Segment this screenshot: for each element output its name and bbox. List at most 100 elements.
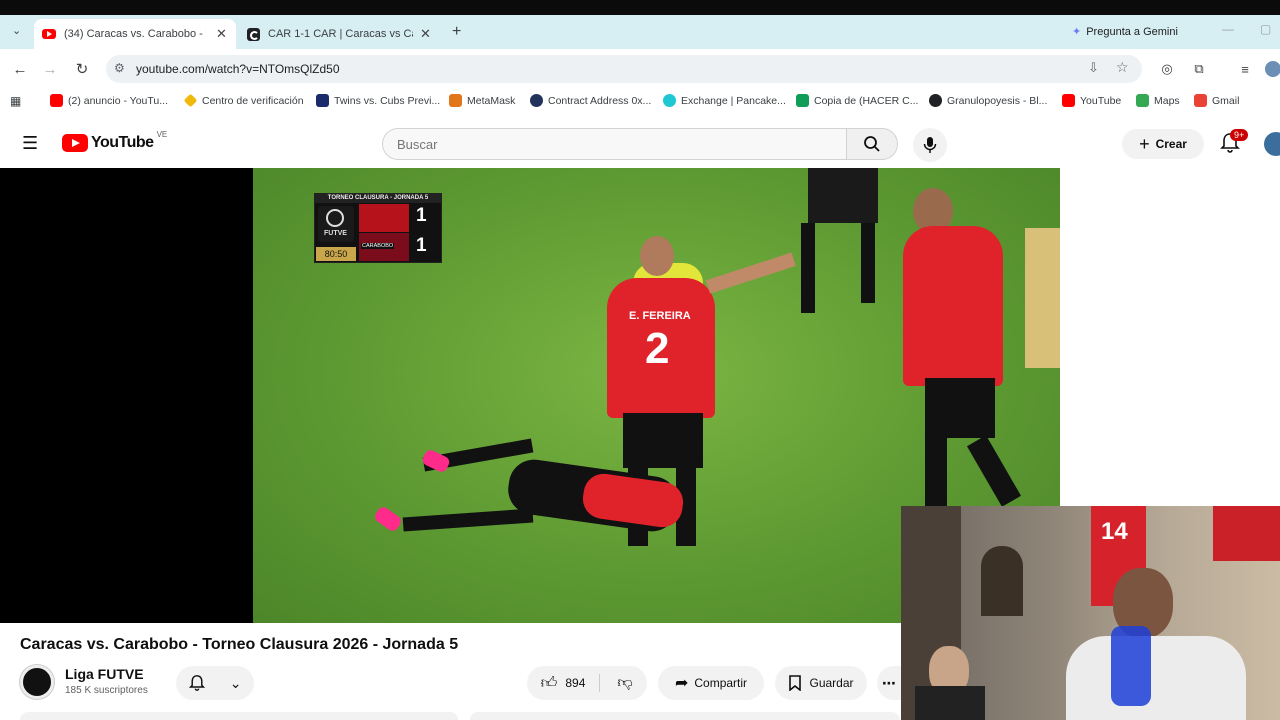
bookmark-item[interactable]: Exchange | Pancake... bbox=[663, 94, 786, 107]
match-clock: 80:50 bbox=[316, 247, 356, 261]
bookmark-item[interactable]: Granulopoyesis - Bl... bbox=[929, 94, 1047, 107]
browser-tab-bar: ⌄ (34) Caracas vs. Carabobo - Tor ✕ CAR … bbox=[0, 15, 1280, 49]
notifications-button[interactable]: 9+ bbox=[1220, 129, 1249, 159]
save-label: Guardar bbox=[809, 676, 854, 690]
like-count: 894 bbox=[565, 676, 586, 690]
save-button[interactable]: Guardar bbox=[775, 666, 867, 700]
mlb-icon bbox=[316, 94, 329, 107]
youtube-icon bbox=[1062, 94, 1075, 107]
like-button[interactable]: 👍︎ 894 bbox=[527, 666, 599, 700]
subscriber-count: 185 K suscriptores bbox=[65, 685, 148, 696]
chips-bar[interactable] bbox=[470, 712, 900, 720]
new-tab-icon[interactable]: + bbox=[452, 23, 461, 41]
video-title: Caracas vs. Carabobo - Torneo Clausura 2… bbox=[20, 636, 459, 653]
etherscan-icon bbox=[530, 94, 543, 107]
account-avatar[interactable] bbox=[1264, 132, 1280, 156]
tab-youtube-video[interactable]: (34) Caracas vs. Carabobo - Tor ✕ bbox=[34, 19, 236, 49]
bookmark-label: (2) anuncio - YouTu... bbox=[68, 94, 169, 107]
subscription-bell-button[interactable]: ⌄ bbox=[176, 666, 254, 700]
maps-icon bbox=[1136, 94, 1149, 107]
gemini-button[interactable]: ✦ Pregunta a Gemini bbox=[1072, 25, 1178, 39]
media-controls-icon[interactable]: ≡ bbox=[1234, 58, 1256, 80]
league-name: FUTVE bbox=[324, 230, 347, 237]
bookmark-item[interactable]: Centro de verificación bbox=[183, 93, 304, 108]
bookmark-label: Centro de verificación bbox=[202, 94, 304, 107]
gmail-icon bbox=[1194, 94, 1207, 107]
forward-arrow-icon[interactable]: → bbox=[39, 58, 61, 80]
thumbs-down-icon: 👎︎ bbox=[617, 674, 633, 691]
dislike-button[interactable]: 👎︎ bbox=[603, 666, 647, 700]
back-arrow-icon[interactable]: ← bbox=[9, 58, 31, 80]
share-label: Compartir bbox=[694, 676, 748, 690]
more-actions-button[interactable]: ⋯ bbox=[877, 666, 901, 700]
team1-score: 1 bbox=[416, 205, 427, 226]
youtube-favicon-icon bbox=[42, 29, 56, 39]
window-top-strip bbox=[0, 0, 1280, 15]
plus-icon: + bbox=[1139, 133, 1150, 154]
share-button[interactable]: ➦ Compartir bbox=[658, 666, 764, 700]
thumbs-up-icon: 👍︎ bbox=[540, 674, 558, 692]
team2-crest: CARABOBO bbox=[359, 233, 409, 261]
bookmark-label: Gmail bbox=[1212, 94, 1240, 107]
tab-list-chevron-icon[interactable]: ⌄ bbox=[12, 24, 21, 37]
profile-avatar[interactable] bbox=[1265, 61, 1280, 77]
extensions-puzzle-icon[interactable]: ⧉ bbox=[1188, 58, 1210, 80]
search-input[interactable]: Buscar bbox=[382, 128, 846, 160]
bookmark-item[interactable]: Twins vs. Cubs Previ... bbox=[316, 94, 440, 107]
reload-icon[interactable]: ↻ bbox=[71, 58, 93, 80]
youtube-header: ☰ YouTube VE Buscar + Crear 9+ bbox=[0, 120, 1280, 168]
channel-avatar[interactable] bbox=[20, 665, 54, 699]
minimize-icon[interactable]: — bbox=[1222, 22, 1234, 36]
install-app-icon[interactable]: ⇩ bbox=[1088, 60, 1099, 76]
search-button[interactable] bbox=[846, 128, 898, 160]
site-info-icon[interactable]: ⚙ bbox=[114, 61, 125, 75]
bookmark-label: Twins vs. Cubs Previ... bbox=[334, 94, 441, 107]
description-box[interactable] bbox=[20, 712, 458, 720]
notification-badge: 9+ bbox=[1230, 129, 1249, 141]
bookmark-label: Maps bbox=[1154, 94, 1180, 107]
pancake-icon bbox=[663, 94, 676, 107]
bookmark-label: YouTube bbox=[1080, 94, 1122, 107]
maximize-icon[interactable]: ▢ bbox=[1260, 22, 1271, 36]
close-tab-icon[interactable]: ✕ bbox=[420, 26, 431, 42]
sheets-icon bbox=[796, 94, 809, 107]
create-button[interactable]: + Crear bbox=[1122, 129, 1204, 159]
bookmark-item[interactable]: MetaMask bbox=[449, 94, 515, 107]
gemini-label: Pregunta a Gemini bbox=[1086, 25, 1178, 38]
tab-match-summary[interactable]: CAR 1-1 CAR | Caracas vs Carab ✕ bbox=[240, 19, 440, 49]
tab-title: CAR 1-1 CAR | Caracas vs Carab bbox=[268, 28, 413, 40]
c-favicon-icon bbox=[247, 27, 260, 41]
gemini-sparkle-icon: ✦ bbox=[1072, 26, 1082, 38]
team1-crest bbox=[359, 204, 409, 232]
hamburger-menu-icon[interactable]: ☰ bbox=[22, 133, 38, 154]
bookmark-star-icon[interactable]: ☆ bbox=[1116, 59, 1129, 76]
close-tab-icon[interactable]: ✕ bbox=[216, 26, 227, 42]
address-bar[interactable]: ⚙ youtube.com/watch?v=NTOmsQlZd50 ⇩ ☆ bbox=[106, 55, 1142, 83]
bookmark-item[interactable]: Gmail bbox=[1194, 94, 1239, 107]
browser-toolbar: ← → ↻ ⚙ youtube.com/watch?v=NTOmsQlZd50 … bbox=[0, 49, 1280, 89]
search-icon bbox=[864, 136, 880, 152]
bookmark-label: MetaMask bbox=[467, 94, 516, 107]
bookmark-item[interactable]: Maps bbox=[1136, 94, 1180, 107]
youtube-logo[interactable]: YouTube VE bbox=[62, 130, 167, 152]
extension-icon[interactable]: ◎ bbox=[1156, 58, 1178, 80]
metamask-icon bbox=[449, 94, 462, 107]
bookmark-item[interactable]: (2) anuncio - YouTu... bbox=[50, 94, 168, 107]
like-dislike-group: 👍︎ 894 👎︎ bbox=[527, 666, 647, 700]
youtube-logo-text: YouTube bbox=[91, 134, 154, 151]
create-label: Crear bbox=[1155, 137, 1187, 151]
bookmark-label: Exchange | Pancake... bbox=[681, 94, 786, 107]
channel-name[interactable]: Liga FUTVE bbox=[65, 666, 144, 682]
more-dots-icon: ⋯ bbox=[882, 674, 896, 691]
player-jersey: E. FEREIRA 2 bbox=[607, 278, 715, 418]
bookmarks-bar: ▦ (2) anuncio - YouTu... Centro de verif… bbox=[0, 89, 1280, 114]
bookmark-item[interactable]: YouTube bbox=[1062, 94, 1121, 107]
bookmark-item[interactable]: Copia de (HACER C... bbox=[796, 94, 918, 107]
voice-search-button[interactable] bbox=[913, 128, 947, 162]
globe-icon bbox=[929, 94, 942, 107]
webcam-overlay: 14 bbox=[901, 506, 1280, 720]
bookmark-label: Contract Address 0x... bbox=[548, 94, 652, 107]
tab-title: (34) Caracas vs. Carabobo - Tor bbox=[64, 28, 206, 40]
bookmark-item[interactable]: Contract Address 0x... bbox=[530, 94, 651, 107]
apps-grid-icon[interactable]: ▦ bbox=[10, 94, 21, 108]
